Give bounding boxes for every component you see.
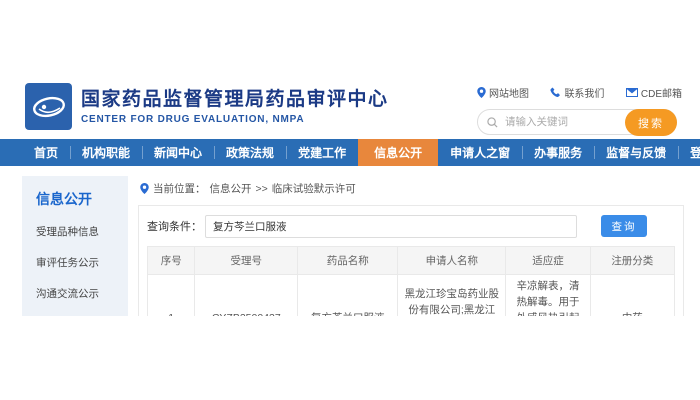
header-registration-class: 注册分类 [590, 247, 674, 275]
sidebar-title: 信息公开 [36, 189, 122, 209]
sidebar-item-review-tasks[interactable]: 审评任务公示 [36, 255, 122, 270]
header-acceptance-no: 受理号 [195, 247, 298, 275]
content: 信息公开 受理品种信息 审评任务公示 沟通交流公示 特殊审批品种列表 当前位置：… [0, 166, 700, 316]
brand-text: 国家药品监督管理局药品审评中心 CENTER FOR DRUG EVALUATI… [81, 88, 389, 125]
main-area: 当前位置： 信息公开 >> 临床试验默示许可 查询条件： 查询 [138, 176, 684, 316]
nav-item-services[interactable]: 办事服务 [522, 139, 594, 166]
query-input[interactable] [205, 215, 577, 238]
cde-logo-icon [25, 83, 72, 130]
table-row: 1 CYZB2500437 复方芩兰口服液 黑龙江珍宝岛药业股份有限公司;黑龙江… [148, 275, 675, 317]
cell-registration-class: 中药 [590, 275, 674, 317]
query-button[interactable]: 查询 [601, 215, 647, 237]
cell-acceptance-no: CYZB2500437 [195, 275, 298, 317]
nav-item-home[interactable]: 首页 [22, 139, 70, 166]
contact-us-label: 联系我们 [564, 85, 604, 100]
breadcrumb-section[interactable]: 信息公开 [210, 181, 252, 196]
cell-seq: 1 [148, 275, 195, 317]
breadcrumb: 当前位置： 信息公开 >> 临床试验默示许可 [140, 181, 684, 196]
query-label: 查询条件： [147, 218, 202, 234]
site-header: 国家药品监督管理局药品审评中心 CENTER FOR DRUG EVALUATI… [0, 75, 700, 139]
page: 国家药品监督管理局药品审评中心 CENTER FOR DRUG EVALUATI… [0, 0, 700, 316]
header-indication: 适应症 [506, 247, 590, 275]
header-applicant: 申请人名称 [398, 247, 506, 275]
header-search-box: 搜索 [477, 109, 677, 135]
sidebar-item-communication[interactable]: 沟通交流公示 [36, 286, 122, 301]
nav-item-policy[interactable]: 政策法规 [214, 139, 286, 166]
site-title: 国家药品监督管理局药品审评中心 [81, 88, 389, 112]
contact-us-link[interactable]: 联系我们 [550, 85, 604, 100]
table-header-row: 序号 受理号 药品名称 申请人名称 适应症 注册分类 [148, 247, 675, 275]
cde-mail-link[interactable]: CDE邮箱 [626, 85, 682, 100]
search-icon [487, 117, 498, 128]
nav-item-party[interactable]: 党建工作 [286, 139, 358, 166]
cde-mail-label: CDE邮箱 [641, 85, 682, 100]
header-drug-name: 药品名称 [298, 247, 398, 275]
header-right: 网站地图 联系我们 CDE邮箱 搜索 [477, 83, 682, 135]
phone-icon [550, 87, 561, 98]
cell-indication: 辛凉解表，清热解毒。用于外感风热引起的发热，咳嗽，咽痛。 [506, 275, 590, 317]
header-search-button[interactable]: 搜索 [625, 109, 677, 136]
location-pin-icon [140, 183, 149, 194]
search-row: 搜索 [477, 109, 682, 135]
cell-applicant: 黑龙江珍宝岛药业股份有限公司;黑龙江羽迪药业有限责任公司 [398, 275, 506, 317]
results-panel: 查询条件： 查询 序号 受理号 药品名称 申请人名称 [138, 205, 684, 316]
header-seq: 序号 [148, 247, 195, 275]
sidebar: 信息公开 受理品种信息 审评任务公示 沟通交流公示 特殊审批品种列表 [22, 176, 128, 316]
results-table: 序号 受理号 药品名称 申请人名称 适应症 注册分类 1 CYZB2500437 [147, 246, 675, 316]
breadcrumb-current: 临床试验默示许可 [272, 181, 356, 196]
nav-item-registration-platform[interactable]: 登记备案平台 [678, 139, 700, 166]
nav-item-applicant-window[interactable]: 申请人之窗 [438, 139, 522, 166]
query-form: 查询条件： 查询 [147, 214, 675, 238]
cell-drug-name: 复方芩兰口服液 [298, 275, 398, 317]
nav-item-news[interactable]: 新闻中心 [142, 139, 214, 166]
brand: 国家药品监督管理局药品审评中心 CENTER FOR DRUG EVALUATI… [25, 83, 389, 130]
sidebar-item-accepted-varieties[interactable]: 受理品种信息 [36, 224, 122, 239]
breadcrumb-prefix: 当前位置： [153, 181, 206, 196]
utility-links: 网站地图 联系我们 CDE邮箱 [477, 85, 682, 100]
sitemap-label: 网站地图 [489, 85, 529, 100]
breadcrumb-separator: >> [256, 183, 268, 195]
location-pin-icon [477, 87, 486, 98]
site-subtitle: CENTER FOR DRUG EVALUATION, NMPA [81, 114, 389, 125]
nav-item-functions[interactable]: 机构职能 [70, 139, 142, 166]
sitemap-link[interactable]: 网站地图 [477, 85, 529, 100]
main-nav: 首页 机构职能 新闻中心 政策法规 党建工作 信息公开 申请人之窗 办事服务 监… [0, 139, 700, 166]
nav-item-supervision[interactable]: 监督与反馈 [594, 139, 678, 166]
envelope-icon [626, 88, 638, 97]
nav-item-info-disclosure[interactable]: 信息公开 [358, 139, 438, 166]
